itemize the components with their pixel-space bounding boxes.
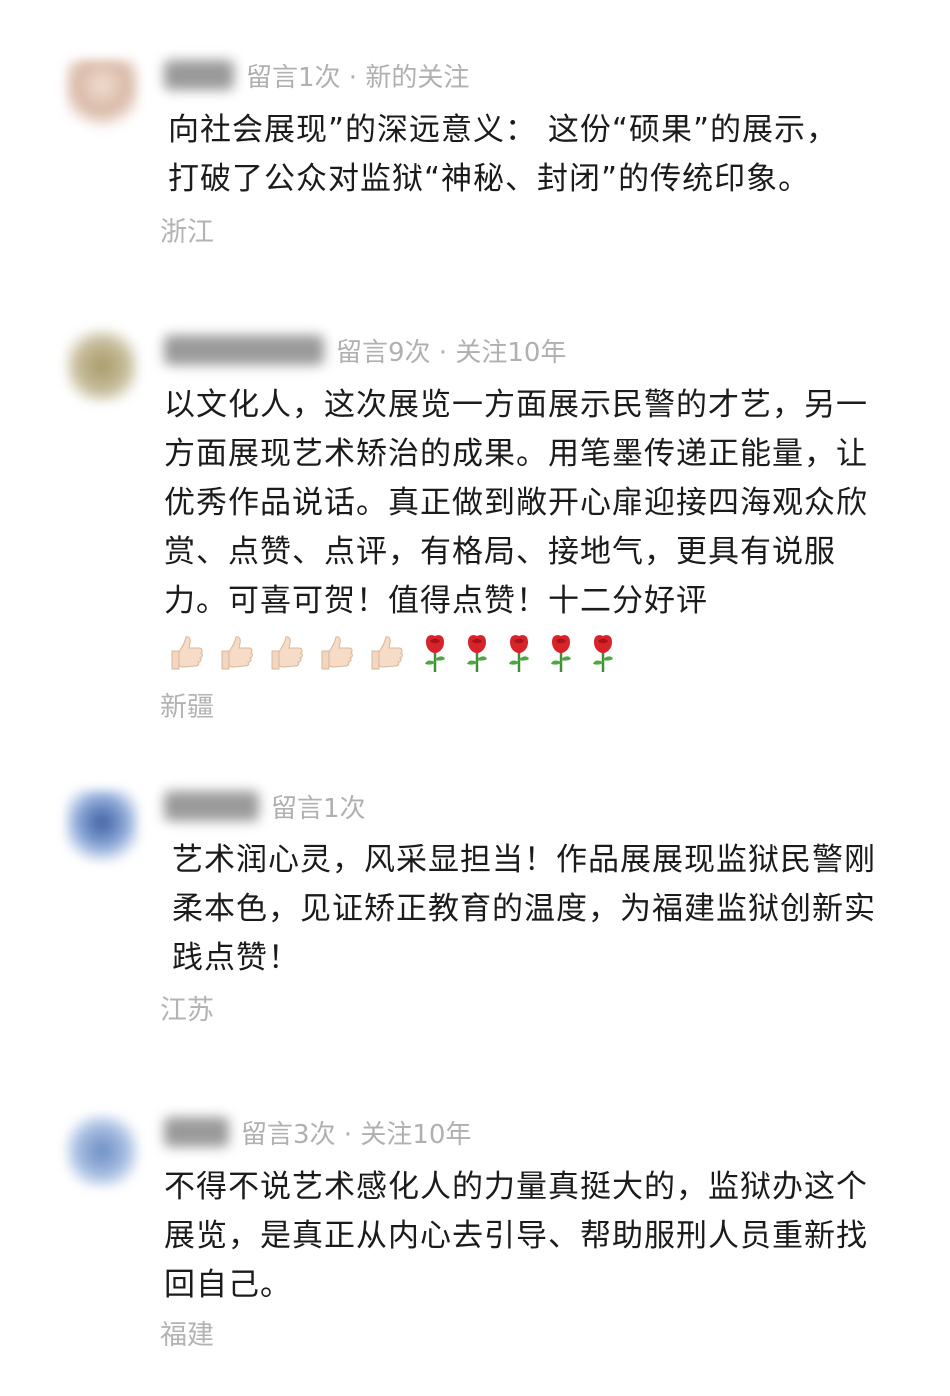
rose-icon	[416, 632, 454, 674]
thumbs-up-icon	[216, 633, 256, 673]
comment-location: 福建	[160, 1320, 214, 1351]
comment-stats: 留言1次	[271, 793, 366, 824]
rose-icon	[542, 632, 580, 674]
comment-meta: 留言9次 · 关注10年	[164, 330, 566, 370]
thumbs-up-icon	[166, 633, 206, 673]
comment-stats: 留言3次 · 关注10年	[241, 1119, 472, 1150]
comment-text: 向社会展现”的深远意义： 这份“硕果”的展示， 打破了公众对监狱“神秘、封闭”的…	[168, 112, 839, 197]
nickname[interactable]	[164, 60, 234, 90]
comment-stats: 留言9次 · 关注10年	[336, 337, 567, 368]
comment-text: 艺术润心灵，风采显担当！作品展展现监狱民警刚柔本色，见证矫正教育的温度，为福建监…	[172, 842, 876, 976]
comment-stats: 留言1次 · 新的关注	[246, 62, 470, 93]
thumbs-up-icon	[316, 633, 356, 673]
comment-location: 浙江	[160, 217, 214, 248]
avatar[interactable]	[66, 790, 138, 862]
avatar[interactable]	[66, 1115, 138, 1187]
nickname[interactable]	[164, 335, 324, 365]
rose-icon	[458, 632, 496, 674]
rose-icon	[584, 632, 622, 674]
comment-text: 以文化人，这次展览一方面展示民警的才艺，另一方面展现艺术矫治的成果。用笔墨传递正…	[164, 387, 868, 619]
nickname[interactable]	[164, 791, 259, 821]
thumbs-up-icon	[366, 633, 406, 673]
thumbs-up-icon	[266, 633, 306, 673]
comment-text: 不得不说艺术感化人的力量真挺大的，监狱办这个展览，是真正从内心去引导、帮助服刑人…	[164, 1169, 868, 1303]
avatar[interactable]	[66, 330, 138, 402]
comment-location: 江苏	[160, 995, 214, 1026]
comment-location: 新疆	[160, 692, 214, 723]
comment-meta: 留言3次 · 关注10年	[164, 1112, 471, 1152]
rose-icon	[500, 632, 538, 674]
comment-meta: 留言1次 · 新的关注	[164, 55, 469, 95]
comment-meta: 留言1次	[164, 786, 366, 826]
nickname[interactable]	[164, 1117, 229, 1147]
avatar[interactable]	[66, 60, 138, 132]
emoji-row	[166, 630, 622, 676]
